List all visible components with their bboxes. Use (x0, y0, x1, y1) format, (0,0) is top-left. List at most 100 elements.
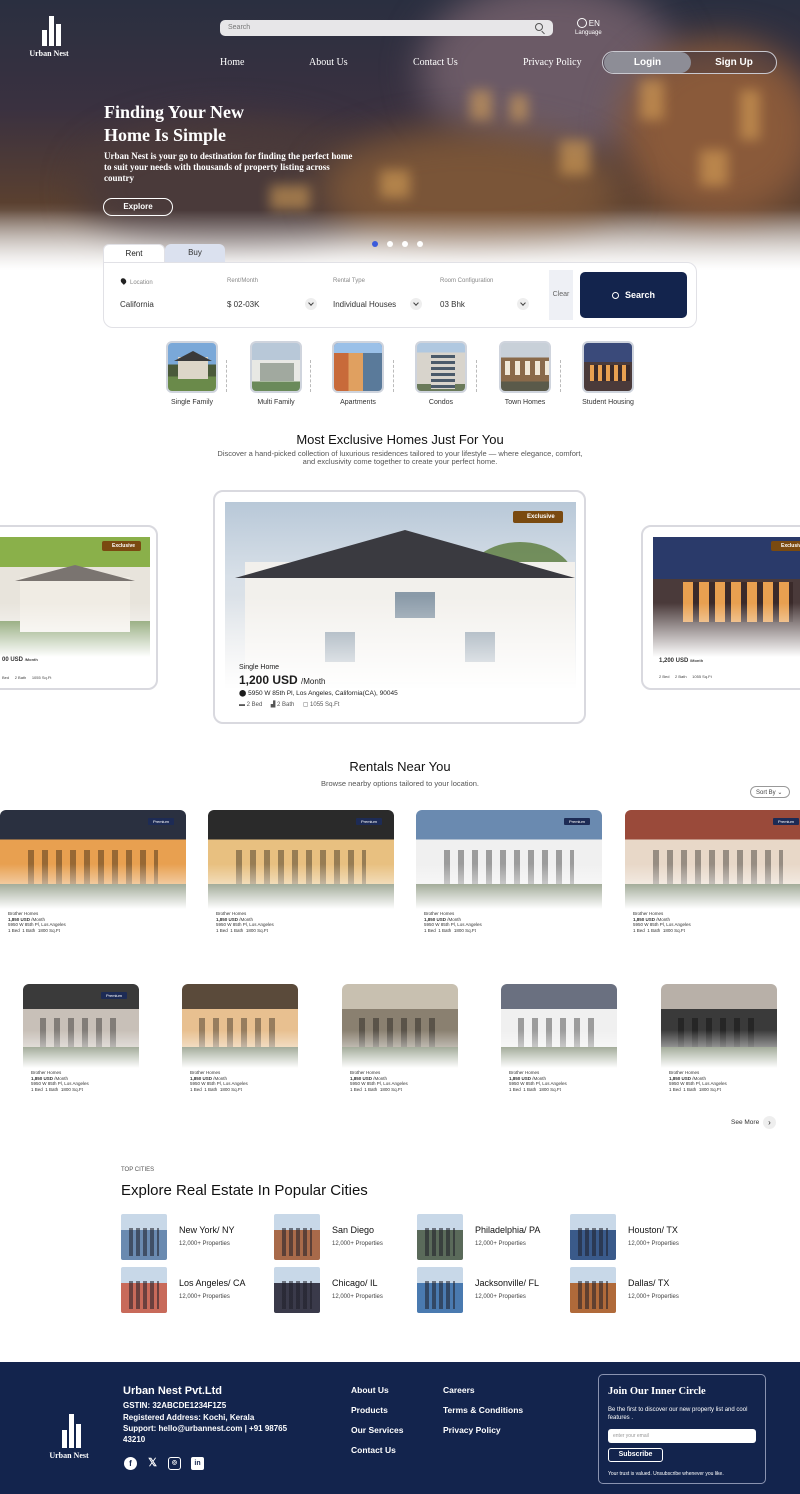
tab-rent[interactable]: Rent (103, 244, 165, 262)
newsletter-description: Be the first to discover our new propert… (608, 1407, 748, 1421)
category-multi-family[interactable]: Multi Family (231, 341, 321, 406)
brand-logo[interactable]: Urban Nest (28, 16, 76, 58)
city-tile[interactable]: New York/ NY 12,000+ Properties (121, 1214, 261, 1260)
rental-card[interactable]: Premium Brother Homes 1,850 USD /Month 5950… (416, 810, 602, 948)
property-specs: 1 Bed 1 Bath 1800 Sq.Ft (633, 927, 685, 933)
search-input[interactable]: Search (220, 20, 553, 36)
language-code: EN (588, 19, 600, 28)
location-pin-icon (119, 277, 128, 285)
rental-info: Brother Homes 1,850 USD /Month 5950 W 85th… (216, 911, 274, 933)
search-button[interactable]: Search (580, 272, 687, 318)
footer-link-contact-us[interactable]: Contact Us (351, 1445, 396, 1455)
rental-card[interactable]: Brother Homes 1,850 USD /Month 5950 W 85th… (661, 984, 777, 1100)
facebook-icon[interactable]: f (124, 1457, 137, 1470)
explore-button[interactable]: Explore (103, 198, 173, 216)
city-property-count: 12,000+ Properties (628, 1294, 679, 1300)
sort-by-dropdown[interactable]: Sort By ⌄ (750, 786, 790, 798)
footer-link-privacy-policy[interactable]: Privacy Policy (443, 1425, 501, 1435)
rental-card[interactable]: Brother Homes 1,850 USD /Month 5950 W 85th… (342, 984, 458, 1100)
brand-name: Urban Nest (29, 49, 69, 58)
city-tile[interactable]: Houston/ TX 12,000+ Properties (570, 1214, 710, 1260)
property-price: 1,200 USD /Month (239, 673, 326, 687)
nav-privacy-policy[interactable]: Privacy Policy (523, 57, 582, 68)
chevron-right-icon[interactable]: › (763, 1116, 776, 1129)
chevron-down-icon[interactable] (517, 298, 529, 310)
rental-card[interactable]: Premium Brother Homes 1,850 USD /Month 5950… (625, 810, 800, 948)
category-label: Multi Family (257, 399, 295, 406)
nav-home[interactable]: Home (220, 57, 244, 68)
newsletter-email-input[interactable]: enter your email (608, 1429, 756, 1443)
footer-link-terms[interactable]: Terms & Conditions (443, 1405, 523, 1415)
city-photo (121, 1214, 167, 1260)
exclusive-card[interactable]: Exclusive 1,200 USD /Month 2 Bed 2 Bath … (641, 525, 800, 690)
rental-info: Brother Homes 1,850 USD /Month 5950 W 85th… (633, 911, 691, 933)
rent-label: Rent/Month (227, 278, 259, 284)
room-config-select[interactable]: 03 Bhk (440, 300, 465, 309)
category-town-homes[interactable]: Town Homes (480, 341, 570, 406)
instagram-icon[interactable]: ◎ (168, 1457, 181, 1470)
rental-card[interactable]: Brother Homes 1,850 USD /Month 5950 W 85th… (501, 984, 617, 1100)
carousel-dot[interactable] (417, 241, 423, 247)
city-name: Houston/ TX (628, 1225, 678, 1235)
exclusive-card[interactable]: Exclusive 00 USD /Month Bed 2 Bath 1055 … (0, 525, 158, 690)
category-single-family[interactable]: Single Family (147, 341, 237, 406)
nav-about-us[interactable]: About Us (309, 57, 348, 68)
language-selector[interactable]: EN Language (575, 18, 602, 36)
footer-logo[interactable]: Urban Nest (48, 1414, 96, 1460)
category-condos[interactable]: Condos (396, 341, 486, 406)
subscribe-button[interactable]: Subscribe (608, 1448, 663, 1462)
footer-link-our-services[interactable]: Our Services (351, 1425, 403, 1435)
rental-card[interactable]: Premium Brother Homes 1,850 USD /Month 5950… (0, 810, 186, 948)
rental-type-select[interactable]: Individual Houses (333, 300, 396, 309)
city-tile[interactable]: Chicago/ IL 12,000+ Properties (274, 1267, 414, 1313)
carousel-dot[interactable] (402, 241, 408, 247)
property-specs: 1 Bed 1 Bath 1800 Sq.Ft (509, 1086, 561, 1092)
rental-card[interactable]: Brother Homes 1,850 USD /Month 5950 W 85th… (182, 984, 298, 1100)
city-photo (274, 1267, 320, 1313)
exclusive-title: Most Exclusive Homes Just For You (296, 432, 504, 447)
footer-link-about-us[interactable]: About Us (351, 1385, 389, 1395)
chevron-down-icon[interactable] (410, 298, 422, 310)
student-housing-thumbnail (582, 341, 634, 393)
city-tile[interactable]: San Diego 12,000+ Properties (274, 1214, 414, 1260)
search-icon[interactable] (535, 23, 543, 31)
nav-contact-us[interactable]: Contact Us (413, 57, 458, 68)
carousel-dots (372, 234, 432, 252)
x-icon[interactable]: 𝕏 (146, 1457, 159, 1470)
category-apartments[interactable]: Apartments (313, 341, 403, 406)
city-tile[interactable]: Philadelphia/ PA 12,000+ Properties (417, 1214, 557, 1260)
rental-card[interactable]: Premium Brother Homes 1,850 USD /Month 5950… (208, 810, 394, 948)
see-more-link[interactable]: See More (731, 1119, 759, 1126)
carousel-dot[interactable] (372, 241, 378, 247)
footer-link-products[interactable]: Products (351, 1405, 388, 1415)
login-button[interactable]: Login (604, 52, 691, 73)
rent-select[interactable]: $ 02-03K (227, 300, 259, 309)
exclusive-badge: Exclusive (102, 541, 142, 551)
footer-link-careers[interactable]: Careers (443, 1385, 475, 1395)
cities-eyebrow: TOP CITIES (121, 1167, 155, 1173)
city-tile[interactable]: Jacksonville/ FL 12,000+ Properties (417, 1267, 557, 1313)
city-photo (274, 1214, 320, 1260)
city-tile[interactable]: Dallas/ TX 12,000+ Properties (570, 1267, 710, 1313)
tab-buy[interactable]: Buy (165, 244, 225, 262)
search-placeholder: Search (228, 24, 251, 31)
townhome-thumbnail (499, 341, 551, 393)
premium-badge: Premium (100, 992, 127, 999)
city-tile[interactable]: Los Angeles/ CA 12,000+ Properties (121, 1267, 261, 1313)
company-name: Urban Nest Pvt.Ltd (123, 1385, 223, 1397)
card-specs: 2 Bed 2 Bath 1055 Sq.Ft (659, 674, 712, 679)
hero-title-line2: Home Is Simple (104, 125, 227, 145)
city-photo (570, 1267, 616, 1313)
card-price: 1,200 USD /Month (659, 658, 704, 664)
rental-info: Brother Homes 1,850 USD /Month 5950 W 85th… (350, 1070, 408, 1092)
clear-button[interactable]: Clear (549, 270, 573, 320)
chevron-down-icon[interactable] (305, 298, 317, 310)
rental-card[interactable]: Premium Brother Homes 1,850 USD /Month 5950… (23, 984, 139, 1100)
bath-icon: ▟ (270, 702, 276, 708)
linkedin-icon[interactable]: in (191, 1457, 204, 1470)
featured-exclusive-card[interactable]: Exclusive Single Home 1,200 USD /Month ⬤… (213, 490, 586, 724)
signup-button[interactable]: Sign Up (692, 52, 776, 73)
location-field[interactable]: California (120, 300, 154, 309)
carousel-dot[interactable] (387, 241, 393, 247)
category-student-housing[interactable]: Student Housing (563, 341, 653, 406)
